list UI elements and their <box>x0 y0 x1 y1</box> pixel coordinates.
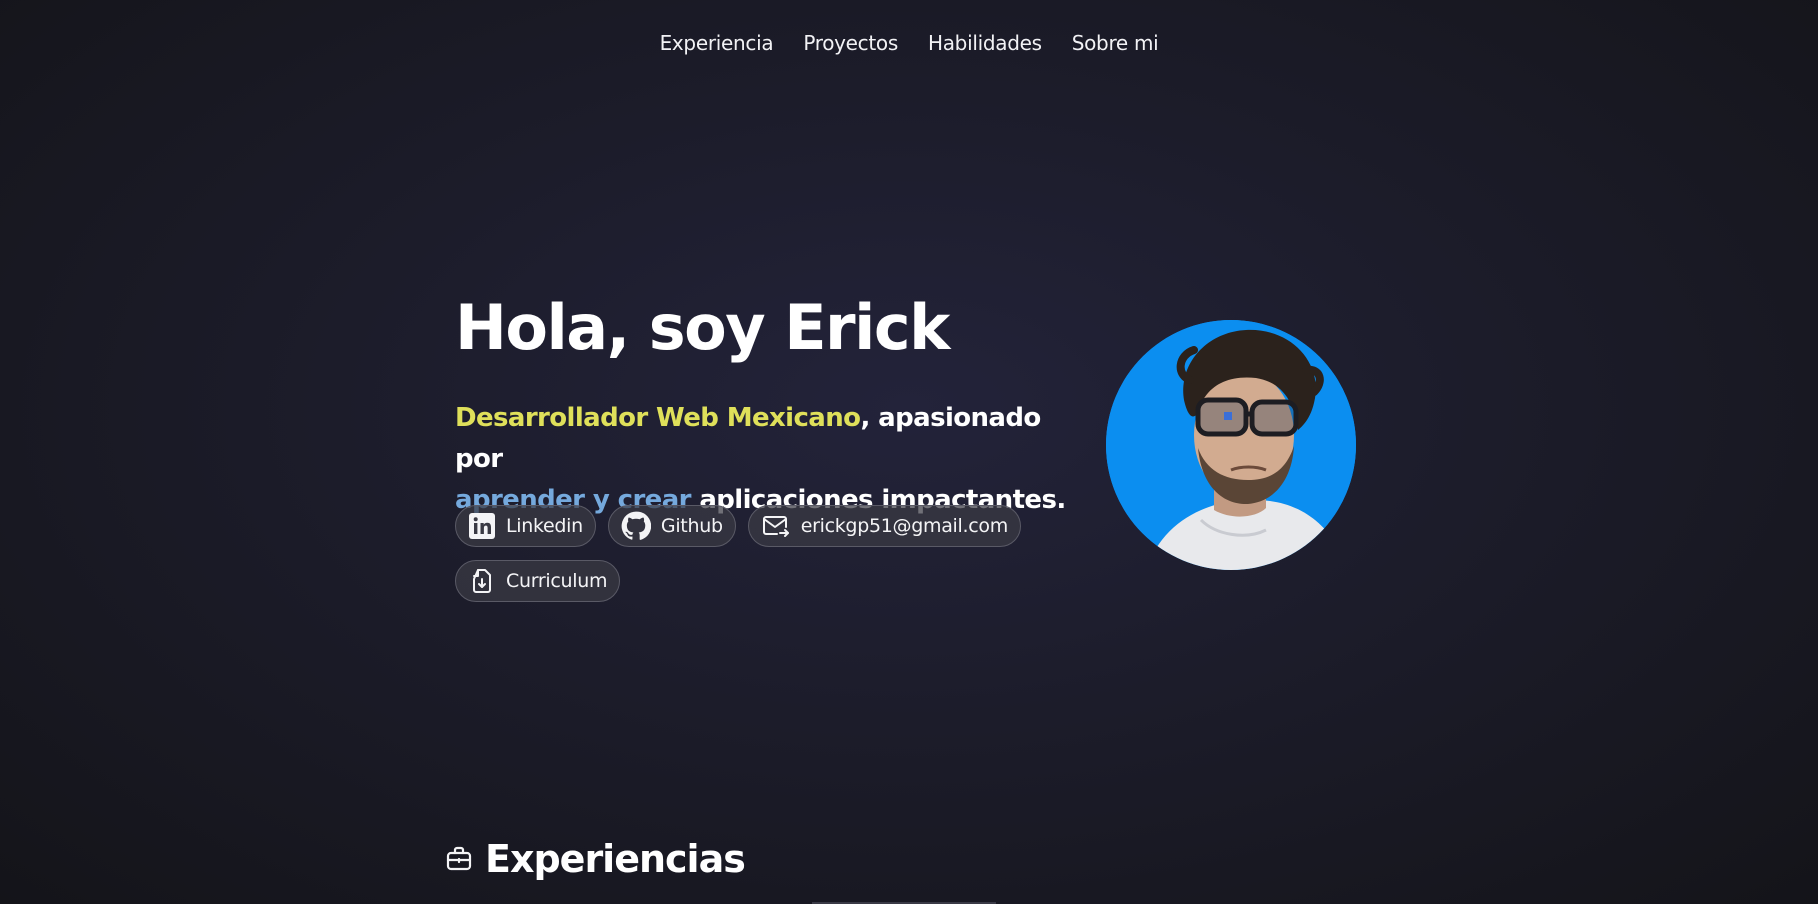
github-icon <box>621 511 651 540</box>
hero-description: Desarrollador Web Mexicano, apasionado p… <box>455 398 1075 521</box>
briefcase-icon <box>446 846 472 871</box>
nav-item-habilidades[interactable]: Habilidades <box>928 28 1042 58</box>
hero-title: Hola, soy Erick <box>455 291 950 364</box>
nav-item-sobre-mi[interactable]: Sobre mi <box>1072 28 1159 58</box>
curriculum-label: Curriculum <box>506 570 608 592</box>
github-button[interactable]: Github <box>607 505 736 547</box>
email-button[interactable]: erickgp51@gmail.com <box>747 505 1021 547</box>
linkedin-icon <box>469 513 495 539</box>
document-download-icon <box>473 569 491 593</box>
hero-highlight-role: Desarrollador Web Mexicano <box>455 403 861 433</box>
experience-title: Experiencias <box>485 837 746 881</box>
email-label: erickgp51@gmail.com <box>800 515 1009 537</box>
top-nav: Experiencia Proyectos Habilidades Sobre … <box>0 28 1818 58</box>
curriculum-button[interactable]: Curriculum <box>455 560 621 602</box>
linkedin-label: Linkedin <box>506 515 583 537</box>
profile-photo <box>1106 320 1356 570</box>
github-label: Github <box>660 515 723 537</box>
avatar <box>1106 320 1356 570</box>
linkedin-button[interactable]: Linkedin <box>455 505 596 547</box>
nav-item-proyectos[interactable]: Proyectos <box>803 28 898 58</box>
nav-item-experiencia[interactable]: Experiencia <box>660 28 774 58</box>
mail-icon <box>762 516 789 537</box>
experience-section-header: Experiencias <box>445 834 746 884</box>
contact-links: Linkedin Github erickgp51@gmail.com Curr… <box>455 505 1055 602</box>
